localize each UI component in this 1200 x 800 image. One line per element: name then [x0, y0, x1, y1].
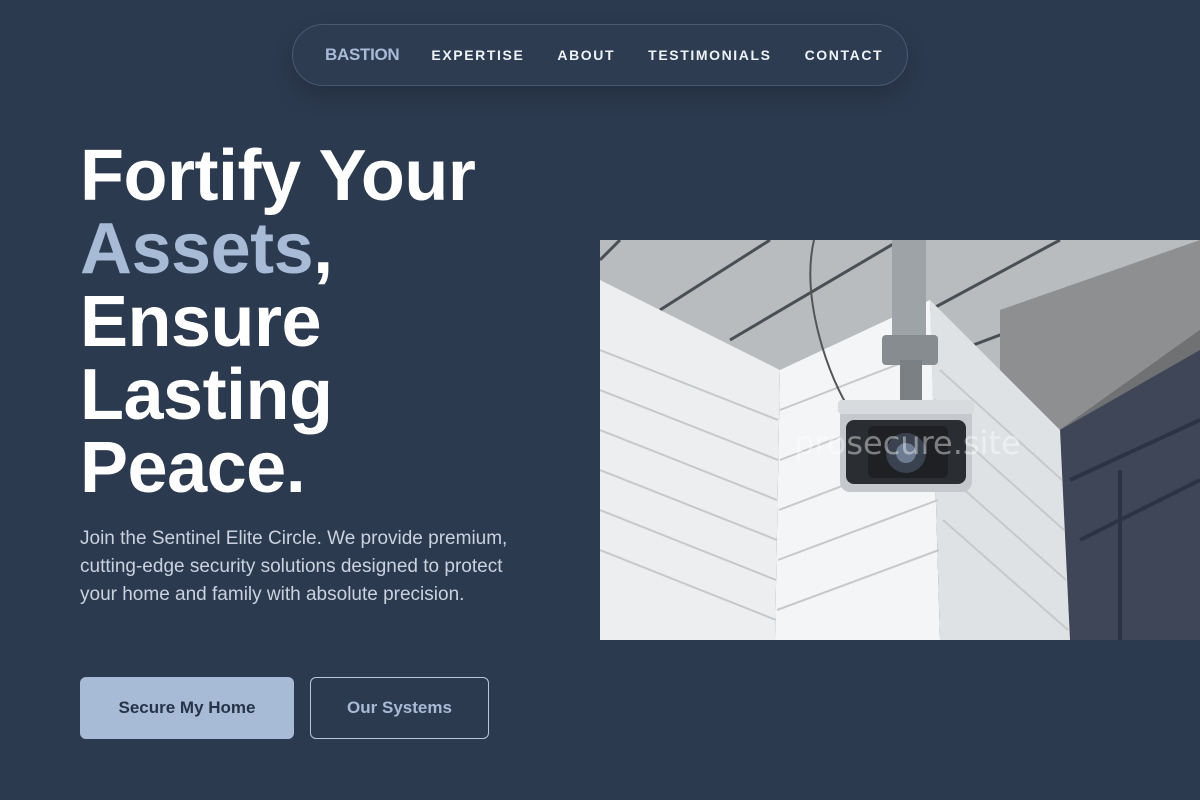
- hero-headline: Fortify Your Assets, Ensure Lasting Peac…: [80, 140, 550, 505]
- headline-accent-suffix: ,: [313, 209, 333, 289]
- brand-logo[interactable]: BASTION: [325, 45, 400, 65]
- headline-line-4: Lasting: [80, 355, 333, 435]
- nav-link-about[interactable]: ABOUT: [557, 47, 615, 63]
- secure-my-home-button[interactable]: Secure My Home: [80, 677, 294, 739]
- headline-line-5: Peace.: [80, 428, 306, 508]
- our-systems-button[interactable]: Our Systems: [310, 677, 489, 739]
- headline-line-3: Ensure: [80, 282, 322, 362]
- security-camera-illustration: [600, 240, 1200, 640]
- hero-description: Join the Sentinel Elite Circle. We provi…: [80, 528, 508, 605]
- hero-security-camera-image: [600, 240, 1200, 640]
- top-navigation: BASTION EXPERTISE ABOUT TESTIMONIALS CON…: [292, 24, 908, 86]
- nav-link-expertise[interactable]: EXPERTISE: [431, 47, 524, 63]
- headline-line-1: Fortify Your: [80, 136, 476, 216]
- nav-link-testimonials[interactable]: TESTIMONIALS: [648, 47, 771, 63]
- nav-link-contact[interactable]: CONTACT: [805, 47, 884, 63]
- headline-accent-word: Assets: [80, 209, 314, 289]
- page: BASTION EXPERTISE ABOUT TESTIMONIALS CON…: [0, 0, 1200, 800]
